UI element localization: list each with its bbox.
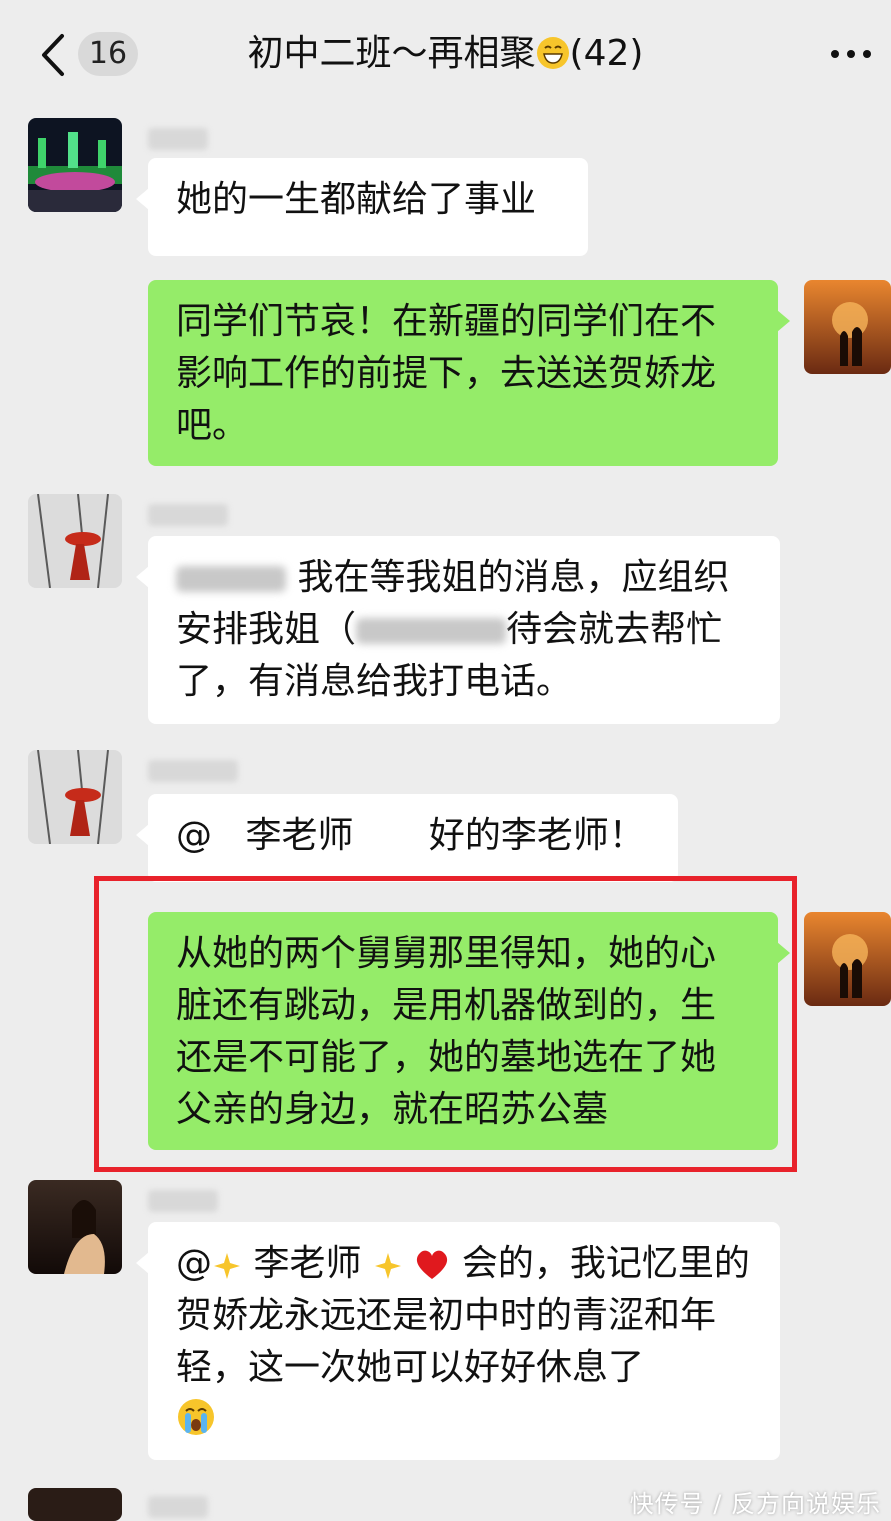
message-text: 待会就去帮忙: [506, 609, 723, 650]
member-count: (42): [569, 33, 644, 74]
sender-name-blurred: [148, 504, 228, 526]
sparkle-emoji-icon: [374, 1253, 401, 1279]
mention-name[interactable]: 李老师: [253, 1243, 361, 1284]
message-text: 她的一生都献给了事业: [176, 179, 537, 220]
message-text: 同学们节哀！在新疆的同学们在不影响工作的前提下，去送送贺娇龙吧。: [176, 301, 717, 446]
avatar-snow-umbrella: [28, 494, 122, 588]
crying-emoji-icon: [178, 1399, 214, 1435]
sender-name-blurred: [148, 128, 208, 150]
avatar-dusk-woman: [28, 1180, 122, 1274]
avatar-self[interactable]: [804, 912, 891, 1006]
grin-emoji-icon: [536, 37, 569, 69]
chat-header: 16 初中二班～再相聚 (42): [0, 0, 891, 108]
mention-name[interactable]: 李老师: [245, 815, 353, 856]
message-bubble[interactable]: 我在等我姐的消息，应组织 安排我姐（ 待会就去帮忙 了，有消息给我打电话。: [136, 536, 780, 724]
highlight-box: [94, 876, 797, 1172]
sender-name-blurred: [148, 760, 238, 782]
avatar-night-fountain: [28, 118, 122, 212]
redacted-text: [356, 618, 507, 644]
more-button[interactable]: [829, 44, 873, 64]
message-text: 安排我姐（: [176, 609, 357, 650]
heart-emoji-icon: [417, 1250, 448, 1279]
avatar-self[interactable]: [804, 280, 891, 374]
sender-name-blurred: [148, 1496, 208, 1518]
watermark: 快传号 / 反方向说娱乐: [629, 1490, 881, 1518]
message-bubble[interactable]: 她的一生都献给了事业: [136, 158, 588, 256]
back-button[interactable]: [36, 30, 76, 80]
avatar[interactable]: [28, 118, 122, 212]
avatar-dusk-woman: [28, 1488, 122, 1521]
message-text: 会的，我记忆: [461, 1243, 678, 1284]
avatar[interactable]: [28, 494, 122, 588]
redacted-text: [176, 566, 286, 592]
avatar[interactable]: [28, 750, 122, 844]
avatar-sunset-couple: [804, 912, 891, 1006]
more-dots-icon: [831, 50, 871, 58]
message-bubble[interactable]: @ 李老师 会的，我记忆里的贺娇龙永远还是初中时的青涩和年轻，这一次她可以好好休…: [136, 1222, 780, 1460]
message-line: 安排我姐（ 待会就去帮忙: [176, 604, 752, 656]
message-line: 了，有消息给我打电话。: [176, 656, 752, 708]
message-text: 好的李老师！: [428, 815, 645, 856]
message-text: 我在等我姐的消息，应组织: [297, 557, 730, 598]
message-line: [176, 1394, 752, 1446]
message-line: 我在等我姐的消息，应组织: [176, 552, 752, 604]
message-bubble-self[interactable]: 同学们节哀！在新疆的同学们在不影响工作的前提下，去送送贺娇龙吧。: [148, 280, 790, 466]
chat-title: 初中二班～再相聚 (42): [150, 26, 741, 82]
sparkle-emoji-icon: [214, 1253, 240, 1279]
mention-at: @: [176, 815, 212, 856]
message-text: 了，有消息给我打电话。: [176, 661, 573, 702]
avatar-sunset-couple: [804, 280, 891, 374]
avatar[interactable]: [28, 1488, 122, 1521]
back-chevron-icon: [42, 34, 64, 76]
mention-at: @: [176, 1243, 212, 1284]
chat-title-text: 初中二班～再相聚: [247, 33, 536, 74]
sender-name-blurred: [148, 1190, 218, 1212]
avatar-snow-umbrella: [28, 750, 122, 844]
avatar[interactable]: [28, 1180, 122, 1274]
unread-count-badge[interactable]: 16: [78, 32, 138, 76]
message-bubble[interactable]: @ 李老师 好的李老师！: [136, 794, 678, 882]
